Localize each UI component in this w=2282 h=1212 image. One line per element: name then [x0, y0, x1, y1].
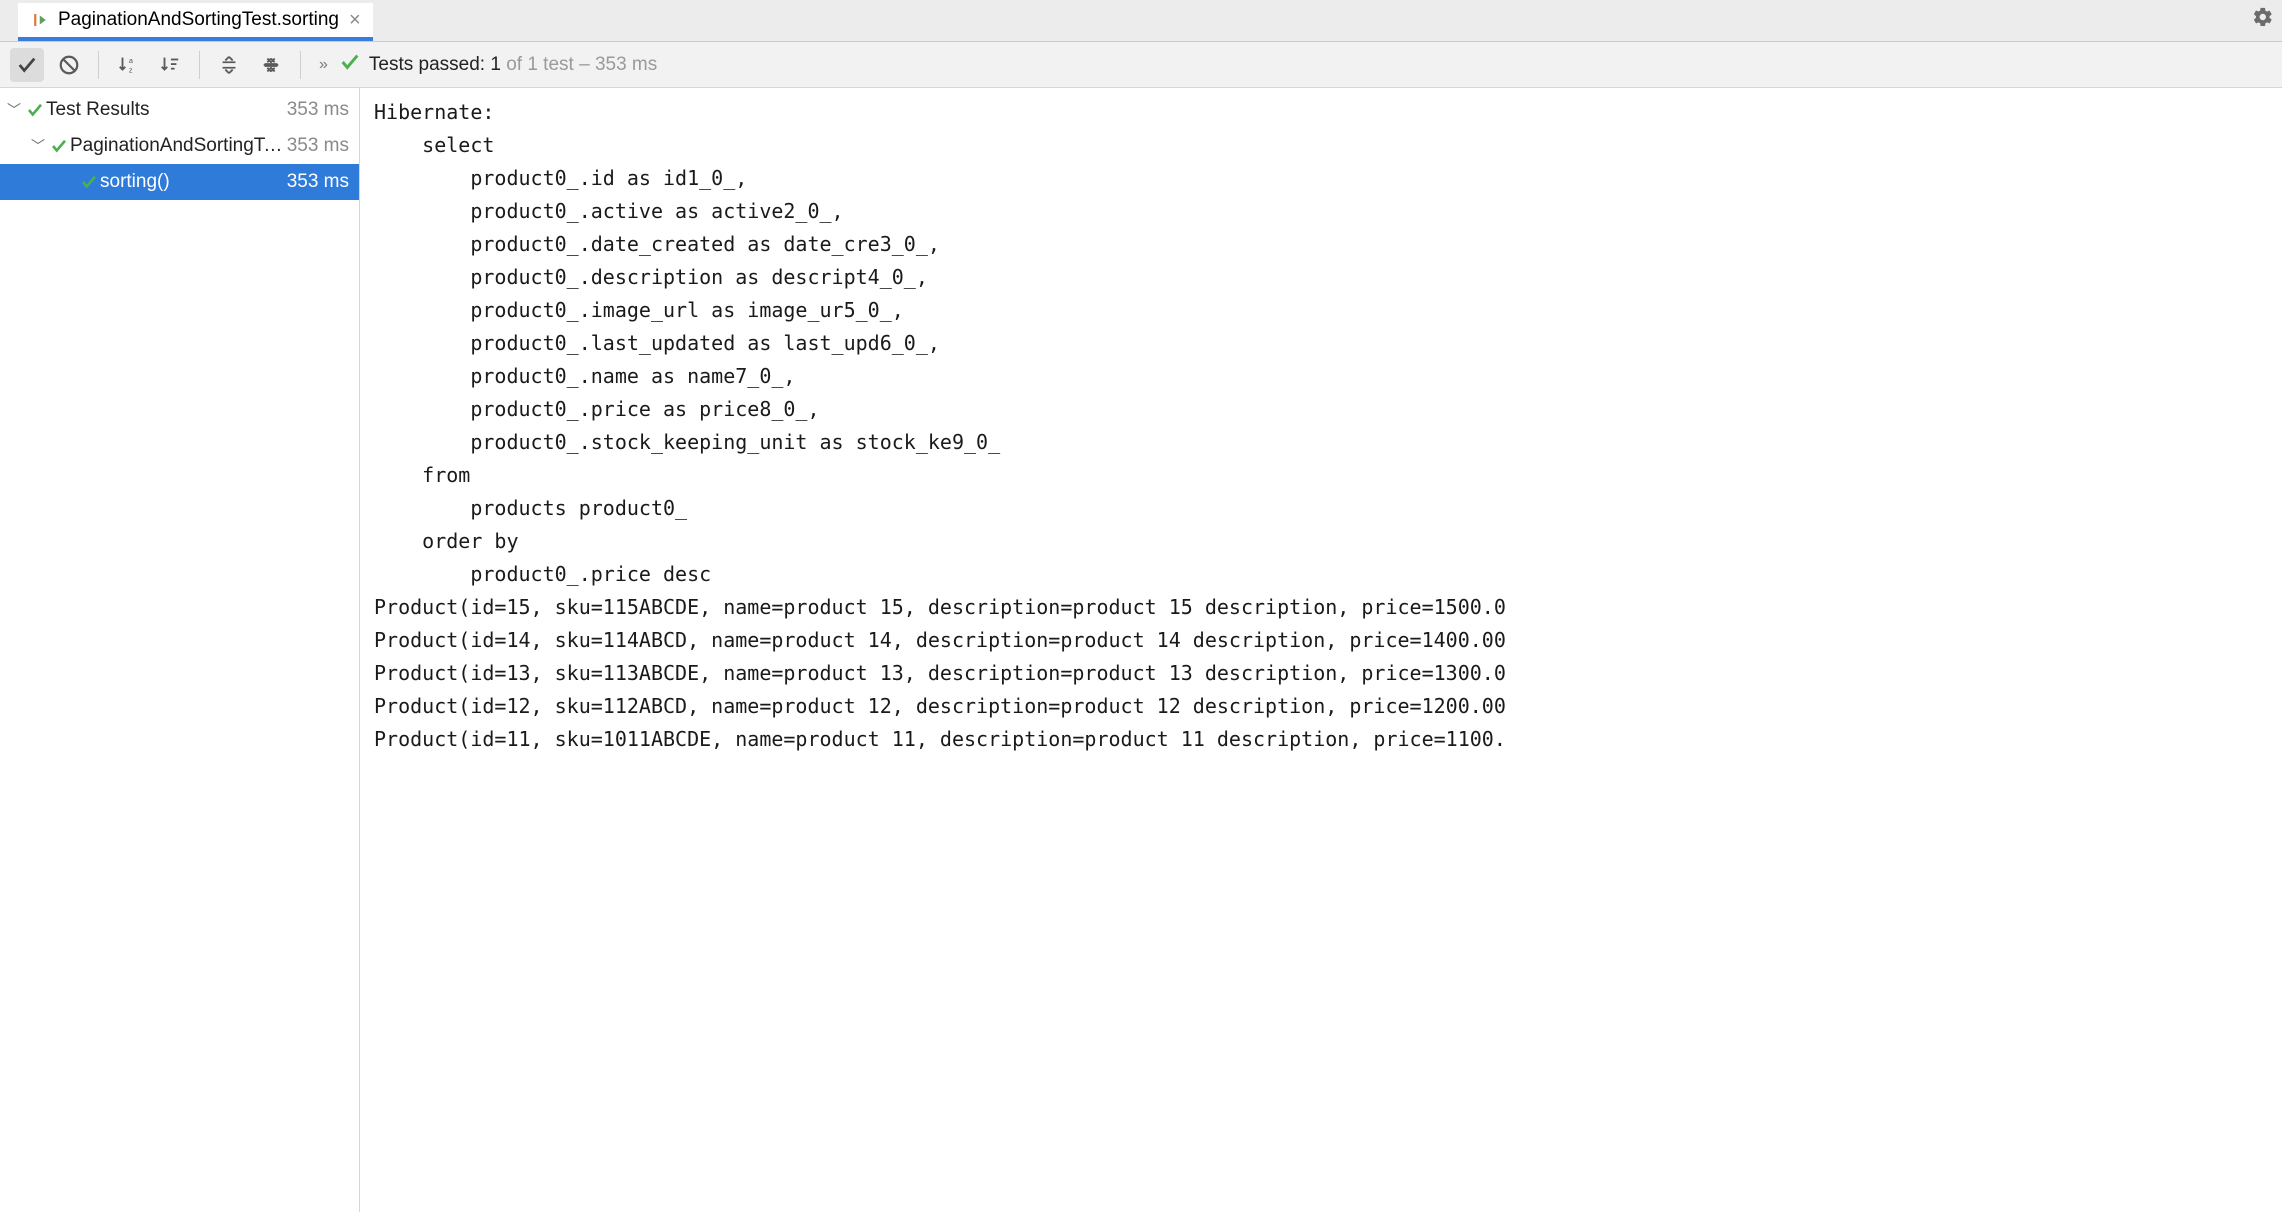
show-ignored-button[interactable]	[52, 48, 86, 82]
separator	[300, 51, 301, 79]
sort-alphabetically-button[interactable]: az	[111, 48, 145, 82]
tree-label: sorting()	[100, 171, 287, 193]
tree-test-method[interactable]: sorting() 353 ms	[0, 164, 359, 200]
svg-text:a: a	[129, 56, 134, 65]
main-area: ﹀ Test Results 353 ms ﹀ PaginationAndSor…	[0, 88, 2282, 1212]
separator	[199, 51, 200, 79]
tree-class[interactable]: ﹀ PaginationAndSortingTest 353 ms	[0, 128, 359, 164]
chevron-down-icon[interactable]: ﹀	[4, 100, 24, 120]
expand-all-button[interactable]	[212, 48, 246, 82]
more-actions-icon[interactable]: »	[319, 56, 325, 74]
run-config-icon	[30, 11, 48, 29]
tree-root[interactable]: ﹀ Test Results 353 ms	[0, 92, 359, 128]
check-icon	[339, 51, 361, 79]
tree-duration: 353 ms	[287, 99, 349, 121]
status-time: 353 ms	[595, 54, 657, 75]
svg-text:z: z	[129, 65, 133, 74]
show-passed-button[interactable]	[10, 48, 44, 82]
tab-test-run[interactable]: PaginationAndSortingTest.sorting ×	[18, 3, 373, 41]
check-icon	[78, 173, 100, 191]
status-of: of 1 test –	[501, 54, 595, 75]
status-prefix: Tests passed:	[369, 54, 490, 75]
tree-label: Test Results	[46, 99, 287, 121]
tab-label: PaginationAndSortingTest.sorting	[58, 9, 339, 31]
separator	[98, 51, 99, 79]
check-icon	[48, 137, 70, 155]
collapse-all-button[interactable]	[254, 48, 288, 82]
test-toolbar: az » Tests passed: 1 of 1 test – 353 ms	[0, 42, 2282, 88]
test-status: Tests passed: 1 of 1 test – 353 ms	[339, 51, 657, 79]
tree-label: PaginationAndSortingTest	[70, 135, 287, 157]
settings-button[interactable]	[2252, 6, 2274, 34]
tab-bar: PaginationAndSortingTest.sorting ×	[0, 0, 2282, 42]
tree-duration: 353 ms	[287, 135, 349, 157]
tree-duration: 353 ms	[287, 171, 349, 193]
sort-by-duration-button[interactable]	[153, 48, 187, 82]
chevron-down-icon[interactable]: ﹀	[28, 136, 48, 156]
console-output[interactable]: Hibernate: select product0_.id as id1_0_…	[360, 88, 2282, 1212]
close-icon[interactable]: ×	[349, 10, 361, 30]
status-passed-count: 1	[490, 54, 501, 75]
test-tree[interactable]: ﹀ Test Results 353 ms ﹀ PaginationAndSor…	[0, 88, 360, 1212]
status-text: Tests passed: 1 of 1 test – 353 ms	[369, 54, 657, 76]
check-icon	[24, 101, 46, 119]
